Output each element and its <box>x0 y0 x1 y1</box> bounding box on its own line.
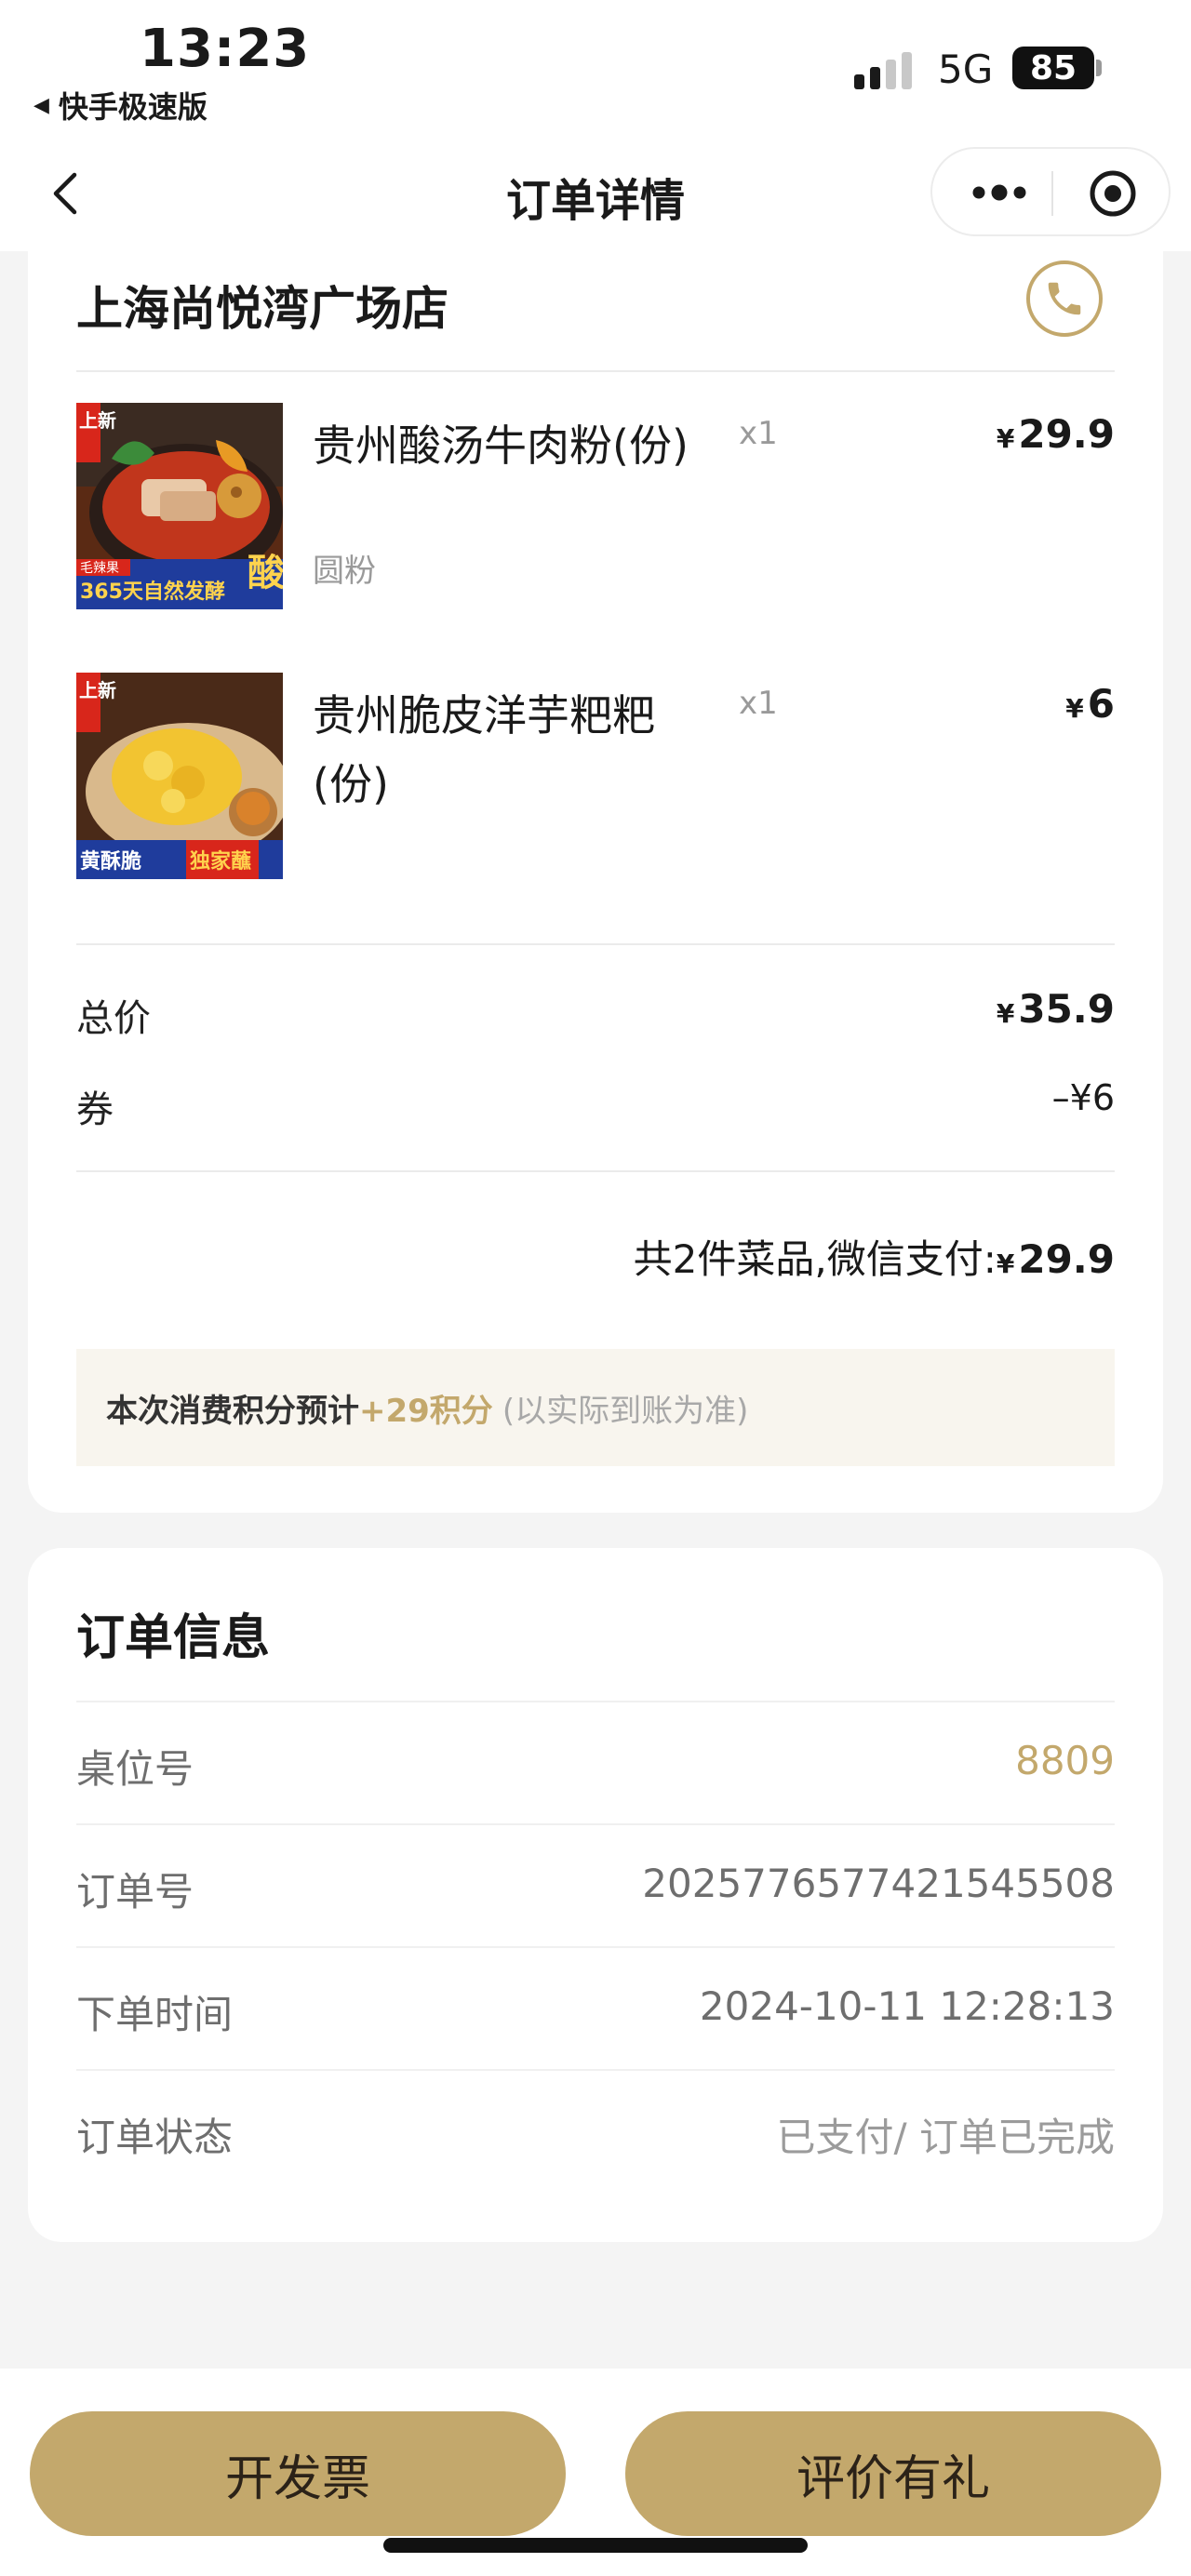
divider <box>76 1946 1115 1948</box>
order-time-label: 下单时间 <box>76 1992 234 2037</box>
divider <box>76 2069 1115 2071</box>
payment-summary: 共2件菜品,微信支付:¥29.9 <box>634 1228 1115 1285</box>
points-value: +29积分 <box>359 1392 493 1430</box>
order-time-value: 2024-10-11 12:28:13 <box>699 1983 1115 2029</box>
miniapp-capsule <box>930 147 1171 236</box>
dish-image[interactable]: 上新 黄酥脆 独家蘸 <box>76 673 283 879</box>
coupon-discount: –¥6 <box>1051 1077 1115 1118</box>
dish-image-caption: 毛辣果 <box>80 561 119 576</box>
phone-icon <box>1048 282 1081 315</box>
dish-image-caption: 独家蘸 <box>190 849 251 874</box>
dish-price-value: 6 <box>1087 681 1115 727</box>
currency-symbol: ¥ <box>996 1248 1015 1279</box>
review-button[interactable]: 评价有礼 <box>625 2411 1161 2536</box>
points-note: (以实际到账为准) <box>502 1392 749 1430</box>
order-info-card: 订单信息 桌位号 8809 订单号 2025776577421545508 下单… <box>28 1548 1163 2242</box>
dish-spec: 圆粉 <box>313 553 376 590</box>
target-circle-icon[interactable] <box>1085 169 1141 218</box>
order-info-title: 订单信息 <box>76 1610 271 1666</box>
order-status-label: 订单状态 <box>76 2115 234 2160</box>
payment-amount: 29.9 <box>1018 1236 1115 1282</box>
total-label: 总价 <box>76 997 151 1040</box>
coupon-label: 券 <box>76 1088 114 1131</box>
status-bar: 13:23 ◀ 快手极速版 5G 85 <box>0 0 1191 140</box>
status-time: 13:23 <box>140 19 311 79</box>
points-estimate-box: 本次消费积分预计 +29积分 (以实际到账为准) <box>76 1349 1115 1466</box>
total-price: ¥35.9 <box>997 986 1115 1032</box>
divider <box>76 1823 1115 1825</box>
dish-image[interactable]: 上新 毛辣果 365天自然发酵 酸 <box>76 403 283 609</box>
dish-price: ¥29.9 <box>997 411 1115 457</box>
dish-image-caption: 黄酥脆 <box>80 849 141 874</box>
dish-image-caption: 酸 <box>248 552 283 594</box>
table-number-value: 8809 <box>1015 1738 1115 1783</box>
dish-image-caption: 365天自然发酵 <box>80 580 225 604</box>
battery-icon: 85 <box>1012 47 1094 89</box>
more-dots-icon[interactable] <box>964 169 1035 216</box>
battery-level: 85 <box>1029 48 1077 87</box>
divider <box>76 370 1115 372</box>
battery-tip <box>1096 60 1102 76</box>
order-card: 上海尚悦湾广场店 上新 毛辣果 365天自然发酵 酸 贵州酸汤牛肉粉(份) 圆粉… <box>28 251 1163 1513</box>
dish-name[interactable]: 贵州脆皮洋芋粑粑(份) <box>313 681 722 819</box>
total-price-value: 35.9 <box>1018 986 1115 1032</box>
dish-name[interactable]: 贵州酸汤牛肉粉(份) <box>313 411 722 480</box>
dish-price-value: 29.9 <box>1018 411 1115 457</box>
back-app-label: 快手极速版 <box>58 89 207 125</box>
order-number-label: 订单号 <box>76 1869 194 1915</box>
table-number-label: 桌位号 <box>76 1746 194 1792</box>
invoice-button[interactable]: 开发票 <box>30 2411 566 2536</box>
home-indicator[interactable] <box>383 2538 808 2553</box>
dish-image-tag: 上新 <box>79 409 116 432</box>
dish-quantity: x1 <box>739 415 778 452</box>
dish-image-tag: 上新 <box>79 679 116 701</box>
currency-symbol: ¥ <box>996 423 1015 454</box>
divider <box>76 1701 1115 1702</box>
currency-symbol: ¥ <box>996 998 1015 1029</box>
payment-summary-text: 共2件菜品,微信支付: <box>633 1236 997 1282</box>
back-triangle-icon: ◀ <box>33 93 49 117</box>
currency-symbol: ¥ <box>1065 693 1084 724</box>
nav-bar: 订单详情 <box>0 140 1191 251</box>
dish-price: ¥6 <box>1065 681 1115 727</box>
order-number-value[interactable]: 2025776577421545508 <box>642 1861 1115 1906</box>
divider <box>76 1170 1115 1172</box>
back-to-app-link[interactable]: ◀ 快手极速版 <box>33 84 207 127</box>
call-store-button[interactable] <box>1026 260 1103 337</box>
cellular-signal-icon <box>854 45 912 89</box>
order-status-value: 已支付/ 订单已完成 <box>776 2115 1115 2160</box>
divider <box>76 943 1115 945</box>
store-name: 上海尚悦湾广场店 <box>76 282 448 336</box>
points-prefix: 本次消费积分预计 <box>106 1392 359 1430</box>
dish-quantity: x1 <box>739 685 778 722</box>
network-type: 5G <box>938 47 994 92</box>
capsule-separator <box>1051 171 1053 216</box>
